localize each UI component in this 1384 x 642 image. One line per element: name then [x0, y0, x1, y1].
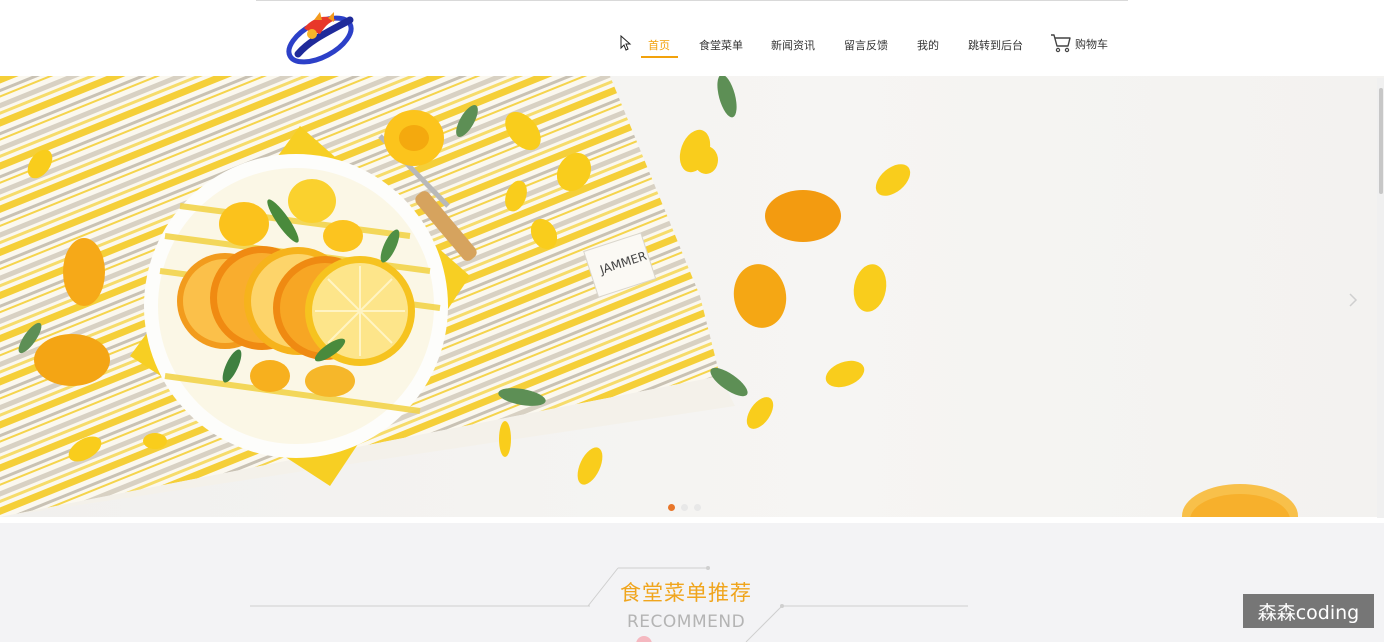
header: 首页 食堂菜单 新闻资讯 留言反馈 我的 跳转到后台 购物车 [0, 0, 1384, 76]
next-arrow-icon[interactable] [1348, 292, 1358, 308]
cart-icon [1051, 34, 1071, 53]
banner-bottom-strip [0, 517, 968, 523]
cart-link[interactable]: 购物车 [1050, 33, 1108, 53]
nav-item-news[interactable]: 新闻资讯 [771, 37, 815, 53]
carousel-dot[interactable] [694, 504, 701, 511]
carousel-dot[interactable] [681, 504, 688, 511]
nav-item-mine[interactable]: 我的 [917, 37, 939, 53]
page-scrollbar-thumb[interactable] [1379, 88, 1383, 194]
nav-item-canteen-menu[interactable]: 食堂菜单 [699, 37, 743, 53]
cart-label: 购物车 [1075, 38, 1108, 51]
section-subtitle: RECOMMEND [627, 612, 746, 632]
nav-item-admin[interactable]: 跳转到后台 [968, 37, 1023, 53]
carousel-indicators [668, 504, 701, 511]
section-title: 食堂菜单推荐 [620, 581, 752, 605]
cursor-icon [620, 35, 632, 51]
section-title-decoration [250, 566, 968, 642]
nav-item-feedback[interactable]: 留言反馈 [844, 37, 888, 53]
logo-icon[interactable] [284, 10, 356, 68]
hero-banner[interactable]: JAMMER [0, 76, 1384, 517]
nav-active-underline [641, 56, 678, 58]
banner-image: JAMMER [0, 76, 1298, 517]
header-divider [256, 0, 1128, 1]
watermark: 森森coding [1243, 594, 1374, 628]
nav-item-home[interactable]: 首页 [648, 37, 670, 53]
carousel-dot[interactable] [668, 504, 675, 511]
